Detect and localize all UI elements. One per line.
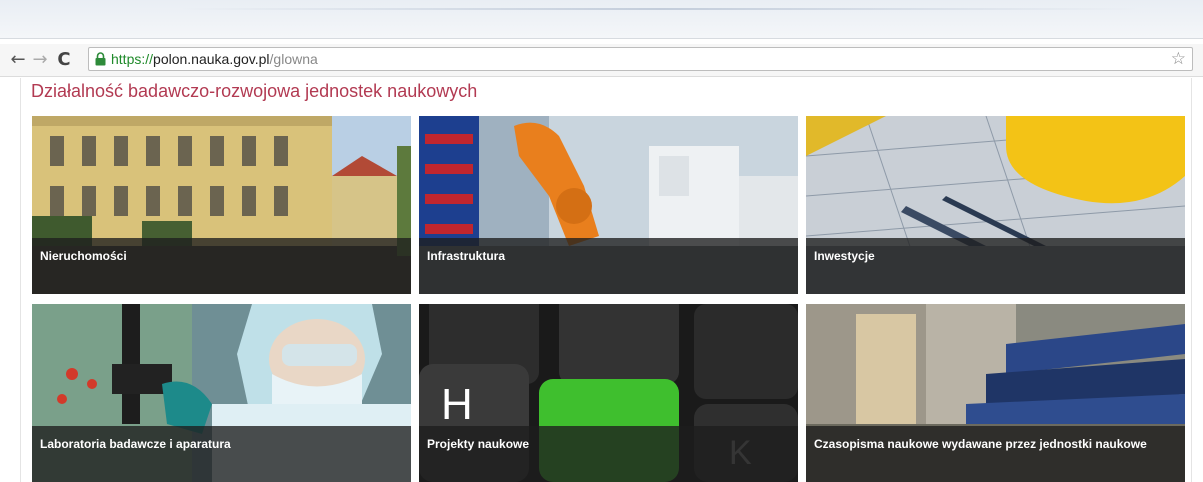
star-icon[interactable]: ☆: [1171, 49, 1186, 69]
tile-projekty[interactable]: H K Projekty naukowe: [419, 304, 798, 482]
reload-icon[interactable]: C: [54, 50, 74, 70]
tile-label: Projekty naukowe: [427, 437, 530, 451]
address-bar[interactable]: https://polon.nauka.gov.pl/glowna ☆: [88, 47, 1193, 71]
window-top-strip: [0, 0, 1203, 39]
forward-arrow-icon[interactable]: →: [30, 50, 50, 70]
tile-label: Nieruchomości: [40, 249, 127, 263]
browser-toolbar: ← → C https://polon.nauka.gov.pl/glowna …: [0, 44, 1203, 77]
tile-infrastruktura[interactable]: Infrastruktura: [419, 116, 798, 294]
url-scheme: https://: [111, 51, 154, 67]
tile-laboratoria[interactable]: Laboratoria badawcze i aparatura: [32, 304, 411, 482]
tile-inwestycje[interactable]: Inwestycje: [806, 116, 1185, 294]
url-text[interactable]: https://polon.nauka.gov.pl/glowna: [111, 51, 318, 68]
back-arrow-icon[interactable]: ←: [8, 50, 28, 70]
tile-caption: Projekty naukowe: [419, 426, 798, 482]
tile-label: Laboratoria badawcze i aparatura: [40, 437, 231, 451]
tile-label: Czasopisma naukowe wydawane przez jednos…: [814, 437, 1147, 451]
page-title: Działalność badawczo-rozwojowa jednostek…: [31, 81, 478, 101]
tile-label: Inwestycje: [814, 249, 875, 263]
tile-label: Infrastruktura: [427, 249, 506, 263]
tile-caption: Nieruchomości: [32, 238, 411, 294]
lock-icon: [95, 52, 106, 66]
tile-nieruchomosci[interactable]: Nieruchomości: [32, 116, 411, 294]
svg-text:H: H: [441, 380, 473, 429]
tile-caption: Inwestycje: [806, 238, 1185, 294]
url-path: /glowna: [269, 51, 318, 67]
decorative-band: [180, 8, 1140, 10]
url-domain: polon.nauka.gov.pl: [153, 51, 270, 67]
tile-caption: Laboratoria badawcze i aparatura: [32, 426, 411, 482]
tile-caption: Infrastruktura: [419, 238, 798, 294]
tile-caption: Czasopisma naukowe wydawane przez jednos…: [806, 426, 1185, 482]
tile-czasopisma[interactable]: Czasopisma naukowe wydawane przez jednos…: [806, 304, 1185, 482]
main-content: Działalność badawczo-rozwojowa jednostek…: [20, 78, 1192, 482]
